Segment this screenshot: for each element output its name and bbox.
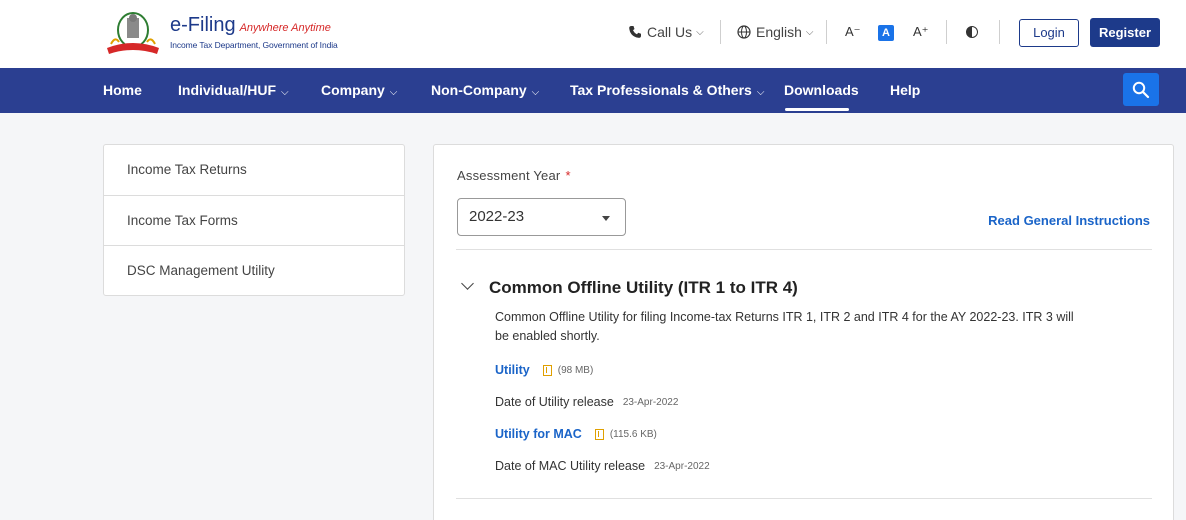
release-date-label: Date of Utility release <box>495 395 614 409</box>
divider <box>826 20 827 44</box>
chevron-down-icon: ⌵ <box>696 26 704 38</box>
utility-row: Utility (98 MB) <box>495 363 593 377</box>
call-us-menu[interactable]: Call Us ⌵ <box>628 24 704 40</box>
globe-icon <box>737 25 751 39</box>
main-panel: Assessment Year * 2022-23 Read General In… <box>433 144 1174 520</box>
divider <box>456 498 1152 499</box>
divider <box>456 249 1152 250</box>
read-general-instructions-link[interactable]: Read General Instructions <box>988 213 1150 228</box>
brand-tagline: Anywhere Anytime <box>239 22 331 34</box>
sidebar-item-income-tax-forms[interactable]: Income Tax Forms <box>104 196 404 246</box>
section-description: Common Offline Utility for filing Income… <box>495 310 1074 343</box>
nav-item-non-company[interactable]: Non-Company ⌵ <box>431 82 539 98</box>
nav-label: Company <box>321 82 385 98</box>
nav-label: Non-Company <box>431 82 527 98</box>
active-nav-indicator <box>785 108 849 111</box>
font-normal-button[interactable]: A <box>878 25 894 41</box>
font-decrease-button[interactable]: A⁻ <box>845 24 861 40</box>
chevron-down-icon: ⌵ <box>281 87 289 98</box>
search-icon <box>1132 81 1150 99</box>
nav-item-downloads[interactable]: Downloads <box>784 82 859 98</box>
brand[interactable]: e-Filing Anywhere Anytime Income Tax Depa… <box>170 15 338 50</box>
nav-item-help[interactable]: Help <box>890 82 920 98</box>
mac-utility-download-link[interactable]: Utility for MAC <box>495 427 582 441</box>
emblem-logo[interactable] <box>103 8 163 58</box>
downloads-sidebar: Income Tax Returns Income Tax Forms DSC … <box>103 144 405 296</box>
divider <box>946 20 947 44</box>
download-icon[interactable] <box>594 428 604 440</box>
nav-label: Home <box>103 82 142 98</box>
divider <box>720 20 721 44</box>
chevron-down-icon: ⌵ <box>756 87 765 98</box>
mac-utility-size: (115.6 KB) <box>609 428 657 440</box>
search-button[interactable] <box>1123 73 1159 106</box>
chevron-down-icon: ⌵ <box>531 87 540 98</box>
release-date-value: 23-Apr-2022 <box>622 396 679 408</box>
assessment-year-select[interactable]: 2022-23 <box>457 198 626 236</box>
nav-item-home[interactable]: Home <box>103 82 142 98</box>
mac-utility-row: Utility for MAC (115.6 KB) <box>495 427 657 441</box>
register-button[interactable]: Register <box>1090 18 1160 47</box>
nav-item-individual[interactable]: Individual/HUF ⌵ <box>178 82 289 98</box>
nav-label: Help <box>890 82 921 98</box>
assessment-year-text: Assessment Year <box>457 168 561 183</box>
phone-icon <box>629 26 641 38</box>
chevron-down-icon: ⌵ <box>805 26 814 38</box>
dropdown-caret-icon <box>602 216 610 221</box>
language-menu[interactable]: English ⌵ <box>737 24 814 40</box>
sidebar-item-dsc-management-utility[interactable]: DSC Management Utility <box>104 246 404 297</box>
nav-label: Downloads <box>784 82 859 98</box>
nav-item-tax-professionals[interactable]: Tax Professionals & Others ⌵ <box>570 82 764 98</box>
font-increase-button[interactable]: A⁺ <box>913 24 929 40</box>
chevron-down-icon[interactable] <box>461 277 474 290</box>
login-button[interactable]: Login <box>1019 19 1079 47</box>
nav-item-company[interactable]: Company ⌵ <box>321 82 397 98</box>
brand-title: e-Filing <box>170 14 236 36</box>
brand-subtitle: Income Tax Department, Government of Ind… <box>170 40 338 50</box>
required-mark: * <box>565 168 571 183</box>
download-icon[interactable] <box>542 364 552 376</box>
main-nav: Home Individual/HUF ⌵ Company ⌵ Non-Compan… <box>0 68 1186 113</box>
assessment-year-label: Assessment Year * <box>457 168 571 183</box>
language-label: English <box>756 24 802 40</box>
nav-label: Tax Professionals & Others <box>570 82 752 98</box>
mac-release-date-label: Date of MAC Utility release <box>495 459 646 473</box>
utility-size: (98 MB) <box>557 364 594 376</box>
nav-label: Individual/HUF <box>178 82 276 98</box>
contrast-icon[interactable] <box>966 26 978 38</box>
sidebar-item-income-tax-returns[interactable]: Income Tax Returns <box>104 145 404 196</box>
utility-download-link[interactable]: Utility <box>495 363 530 377</box>
chevron-down-icon: ⌵ <box>389 87 398 98</box>
divider <box>999 20 1000 44</box>
utility-release-row: Date of Utility release 23-Apr-2022 <box>495 395 678 409</box>
section-title[interactable]: Common Offline Utility (ITR 1 to ITR 4) <box>489 278 798 298</box>
mac-release-row: Date of MAC Utility release 23-Apr-2022 <box>495 459 710 473</box>
call-us-label: Call Us <box>647 24 693 40</box>
header: e-Filing Anywhere Anytime Income Tax Depa… <box>0 0 1186 68</box>
mac-release-date-value: 23-Apr-2022 <box>654 460 710 472</box>
assessment-year-value: 2022-23 <box>469 208 525 225</box>
